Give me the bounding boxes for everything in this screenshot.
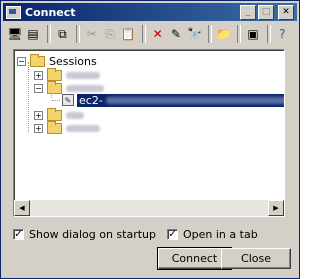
tree-root-label: Sessions — [49, 54, 97, 68]
redacted-folder-name — [66, 124, 100, 132]
redacted-session-name — [105, 96, 284, 104]
tree-folder[interactable]: + — [34, 120, 100, 135]
open-in-tab-checkbox[interactable]: ✓ — [167, 229, 178, 240]
horizontal-scrollbar[interactable]: ◀ ▶ — [14, 200, 284, 216]
properties-icon[interactable]: ▤ — [25, 26, 40, 42]
tree-folder[interactable]: + — [34, 107, 84, 122]
maximize-button[interactable]: □ — [258, 4, 274, 20]
folder-icon — [30, 53, 45, 67]
scroll-left-icon[interactable]: ◀ — [14, 200, 30, 216]
connect-icon[interactable]: ▣ — [245, 26, 260, 42]
new-session-icon[interactable]: 🖥 — [7, 26, 22, 42]
tree-folder[interactable]: + — [34, 67, 100, 82]
close-button[interactable]: Close — [221, 248, 291, 269]
find-icon[interactable]: 🔭 — [187, 26, 202, 42]
toolbar: 🖥 ▤ ⧉ ✂ ⎘ 📋 ✕ ✎ 🔭 📁 ▣ ? — [7, 23, 293, 45]
open-in-tab-option[interactable]: ✓ Open in a tab — [167, 228, 258, 241]
folder-icon — [47, 67, 62, 81]
connect-dialog: Connect _ □ ✕ 🖥 ▤ ⧉ ✂ ⎘ 📋 ✕ ✎ 🔭 📁 ▣ ? − — [0, 0, 300, 279]
expand-toggle[interactable]: + — [34, 70, 43, 80]
help-icon[interactable]: ? — [275, 26, 290, 42]
copy-icon[interactable]: ⎘ — [102, 26, 117, 42]
paste-icon[interactable]: 📋 — [121, 26, 136, 42]
show-dialog-option[interactable]: ✓ Show dialog on startup — [13, 228, 156, 241]
toolbar-separator — [76, 25, 80, 43]
tree-root-sessions[interactable]: − Sessions — [17, 53, 97, 68]
minimize-button[interactable]: _ — [240, 4, 256, 20]
show-dialog-checkbox[interactable]: ✓ — [13, 229, 24, 240]
toolbar-separator — [266, 25, 271, 43]
toolbar-separator — [208, 25, 213, 43]
toolbar-separator — [46, 25, 51, 43]
redacted-folder-name — [66, 111, 84, 119]
clone-icon[interactable]: ⧉ — [55, 26, 70, 42]
title-bar[interactable]: Connect _ □ ✕ — [3, 3, 297, 21]
selected-session-label: ec2- — [79, 93, 103, 107]
new-folder-icon[interactable]: 📁 — [216, 26, 231, 42]
rename-icon[interactable]: ✎ — [168, 26, 183, 42]
expand-toggle[interactable]: + — [34, 123, 43, 133]
cut-icon[interactable]: ✂ — [84, 26, 99, 42]
scroll-track[interactable] — [30, 200, 268, 216]
toolbar-separator — [142, 25, 147, 43]
close-window-button[interactable]: ✕ — [278, 4, 294, 20]
window-title: Connect — [25, 5, 76, 19]
folder-icon — [47, 120, 62, 134]
delete-icon[interactable]: ✕ — [150, 26, 165, 42]
folder-icon — [47, 107, 62, 121]
session-icon: ✎ — [62, 94, 74, 106]
expand-toggle[interactable]: + — [34, 110, 43, 120]
collapse-toggle[interactable]: − — [34, 83, 43, 93]
toolbar-separator — [237, 25, 242, 43]
app-icon — [6, 5, 21, 19]
redacted-folder-name — [66, 84, 104, 92]
collapse-toggle[interactable]: − — [17, 56, 26, 66]
redacted-folder-name — [66, 71, 100, 79]
open-in-tab-label: Open in a tab — [183, 228, 258, 241]
scroll-right-icon[interactable]: ▶ — [268, 200, 284, 216]
folder-icon — [47, 80, 62, 94]
session-tree[interactable]: − Sessions + − ✎ ec2- + + ◀ ▶ — [13, 49, 285, 217]
tree-session-selected[interactable]: ✎ ec2- — [52, 93, 284, 107]
show-dialog-label: Show dialog on startup — [29, 228, 156, 241]
